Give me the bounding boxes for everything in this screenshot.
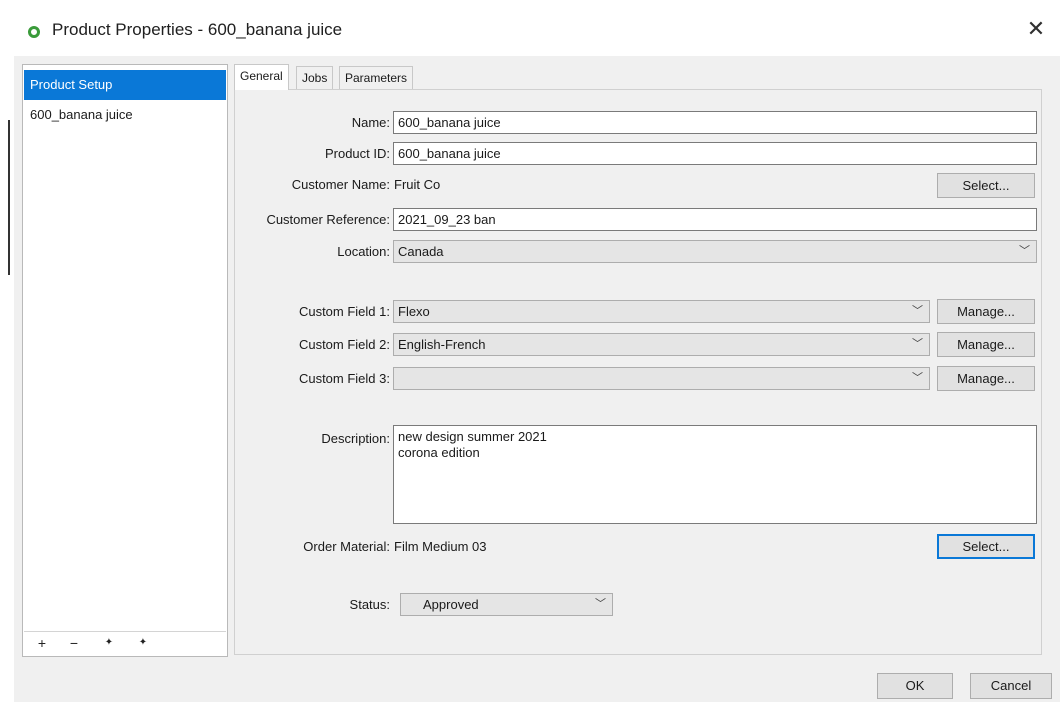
product-list-panel: Product Setup 600_banana juice + − ✦ ✦: [22, 64, 228, 657]
circle-app-icon: [28, 26, 40, 38]
custom-field-1-manage-button[interactable]: Manage...: [937, 299, 1035, 324]
order-material-label: Order Material:: [303, 539, 390, 554]
list-toolbar: + − ✦ ✦: [24, 631, 226, 655]
name-label: Name:: [351, 115, 390, 130]
description-textarea[interactable]: new design summer 2021 corona edition: [393, 425, 1037, 524]
chevron-down-icon: ﹀: [912, 338, 923, 350]
custom-field-1-label: Custom Field 1:: [298, 304, 390, 319]
custom-field-3-manage-button[interactable]: Manage...: [937, 366, 1035, 391]
list-header-product-setup[interactable]: Product Setup: [24, 70, 226, 100]
custom-field-1-value: Flexo: [398, 304, 430, 319]
add-icon[interactable]: +: [33, 634, 51, 652]
location-label: Location:: [337, 244, 390, 259]
name-field[interactable]: 600_banana juice: [393, 111, 1037, 134]
background-window-edge: [8, 120, 10, 275]
custom-field-2-label: Custom Field 2:: [298, 337, 390, 352]
chevron-down-icon: ﹀: [912, 305, 923, 317]
list-item-product[interactable]: 600_banana juice: [30, 107, 133, 122]
move-up-icon[interactable]: ✦: [100, 634, 118, 652]
tab-general[interactable]: General: [234, 64, 289, 90]
custom-field-3-dropdown[interactable]: ﹀: [393, 367, 930, 390]
order-material-value: Film Medium 03: [394, 539, 487, 554]
chevron-down-icon: ﹀: [595, 598, 606, 610]
title-bar: Product Properties - 600_banana juice ✕: [0, 0, 1060, 64]
product-id-field[interactable]: 600_banana juice: [393, 142, 1037, 165]
location-value: Canada: [398, 244, 444, 259]
window-title: Product Properties - 600_banana juice: [52, 20, 343, 39]
custom-field-2-value: English-French: [398, 337, 486, 352]
custom-field-1-dropdown[interactable]: Flexo ﹀: [393, 300, 930, 323]
tab-parameters[interactable]: Parameters: [339, 66, 414, 89]
tab-jobs[interactable]: Jobs: [296, 66, 334, 89]
cancel-button[interactable]: Cancel: [970, 673, 1052, 699]
remove-icon[interactable]: −: [65, 634, 83, 652]
chevron-down-icon: ﹀: [1019, 245, 1030, 257]
custom-field-3-label: Custom Field 3:: [298, 371, 390, 386]
description-label: Description:: [321, 431, 390, 446]
order-material-select-button[interactable]: Select...: [937, 534, 1035, 559]
description-line: corona edition: [398, 445, 480, 460]
status-value: Approved: [423, 597, 479, 612]
status-dropdown[interactable]: Approved ﹀: [400, 593, 613, 616]
custom-field-2-dropdown[interactable]: English-French ﹀: [393, 333, 930, 356]
description-line: new design summer 2021: [398, 429, 547, 444]
customer-reference-label: Customer Reference:: [266, 212, 390, 227]
product-id-label: Product ID:: [324, 146, 390, 161]
customer-name-label: Customer Name:: [291, 177, 390, 192]
move-down-icon[interactable]: ✦: [134, 634, 152, 652]
customer-name-value: Fruit Co: [394, 177, 441, 192]
customer-reference-field[interactable]: 2021_09_23 ban: [393, 208, 1037, 231]
custom-field-2-manage-button[interactable]: Manage...: [937, 332, 1035, 357]
customer-select-button[interactable]: Select...: [937, 173, 1035, 198]
status-label: Status:: [349, 597, 390, 612]
chevron-down-icon: ﹀: [912, 372, 923, 384]
location-dropdown[interactable]: Canada ﹀: [393, 240, 1037, 263]
close-icon[interactable]: ✕: [1024, 17, 1048, 41]
ok-button[interactable]: OK: [877, 673, 953, 699]
